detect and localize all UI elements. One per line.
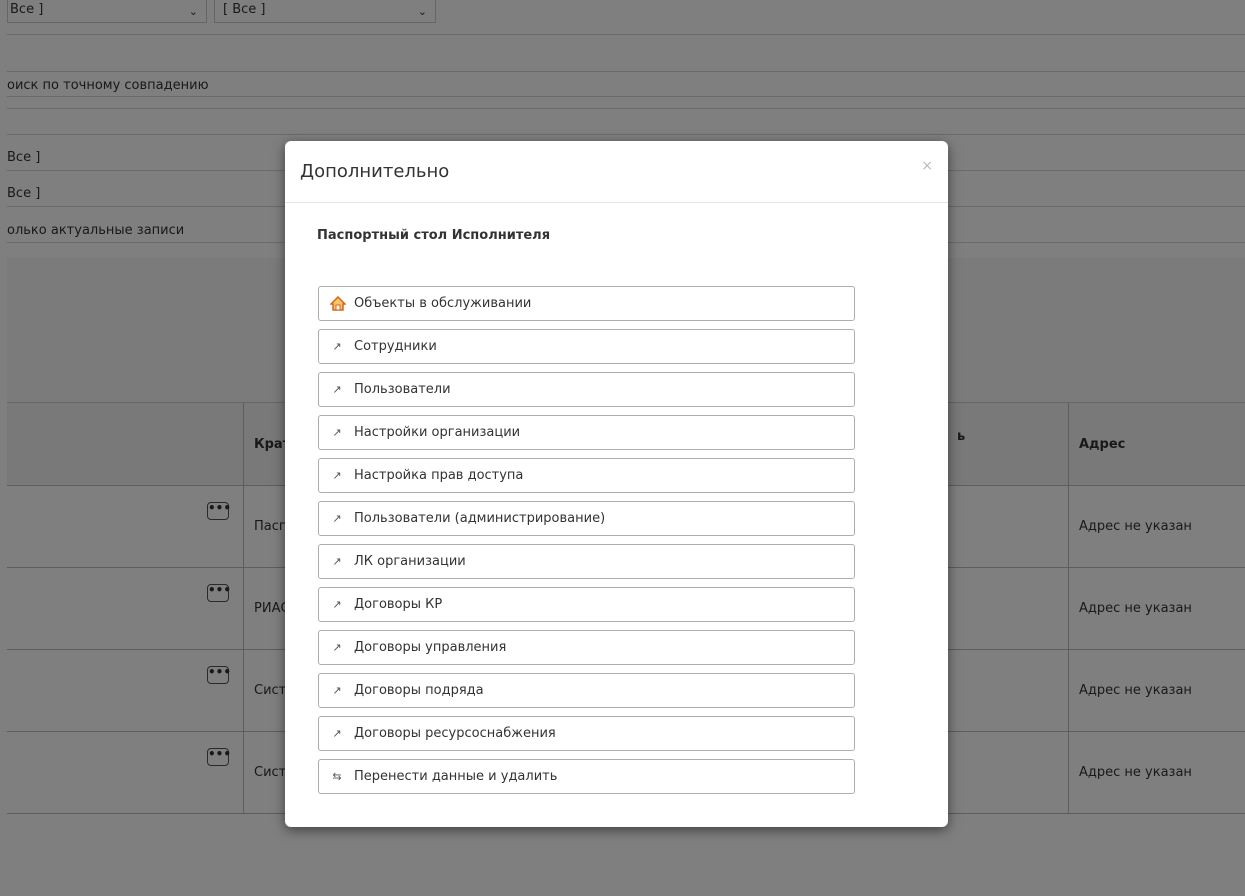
external-link-icon: ↗ [332, 512, 342, 525]
menu-item-employees[interactable]: ↗ Сотрудники [318, 329, 855, 364]
menu-item-access-rights[interactable]: ↗ Настройка прав доступа [318, 458, 855, 493]
transfer-icon: ⇆ [332, 770, 342, 783]
external-link-icon: ↗ [332, 684, 342, 697]
menu-item-org-cabinet[interactable]: ↗ ЛК организации [318, 544, 855, 579]
menu-item-label: Объекты в обслуживании [354, 296, 532, 311]
modal-title: Дополнительно [300, 161, 450, 182]
modal-dialog: Дополнительно × Паспортный стол Исполнит… [285, 141, 948, 827]
menu-item-label: Договоры подряда [354, 683, 484, 698]
menu-item-label: ЛК организации [354, 554, 466, 569]
close-button[interactable]: × [921, 158, 933, 174]
menu-item-users-admin[interactable]: ↗ Пользователи (администрирование) [318, 501, 855, 536]
menu-item-management-contracts[interactable]: ↗ Договоры управления [318, 630, 855, 665]
external-link-icon: ↗ [332, 641, 342, 654]
menu-item-label: Перенести данные и удалить [354, 769, 558, 784]
section-title: Паспортный стол Исполнителя [317, 228, 551, 243]
menu-item-label: Договоры КР [354, 597, 443, 612]
action-menu: Объекты в обслуживании ↗ Сотрудники ↗ По… [318, 286, 855, 802]
menu-item-label: Пользователи (администрирование) [354, 511, 606, 526]
menu-item-label: Сотрудники [354, 339, 437, 354]
menu-item-resource-contracts[interactable]: ↗ Договоры ресурсоснабжения [318, 716, 855, 751]
menu-item-org-settings[interactable]: ↗ Настройки организации [318, 415, 855, 450]
menu-item-label: Настройка прав доступа [354, 468, 524, 483]
external-link-icon: ↗ [332, 383, 342, 396]
menu-item-label: Настройки организации [354, 425, 521, 440]
menu-item-label: Договоры ресурсоснабжения [354, 726, 556, 741]
external-link-icon: ↗ [332, 727, 342, 740]
external-link-icon: ↗ [332, 598, 342, 611]
menu-item-subcontracts[interactable]: ↗ Договоры подряда [318, 673, 855, 708]
menu-item-objects[interactable]: Объекты в обслуживании [318, 286, 855, 321]
external-link-icon: ↗ [332, 555, 342, 568]
external-link-icon: ↗ [332, 469, 342, 482]
menu-item-label: Договоры управления [354, 640, 507, 655]
modal-header: Дополнительно × [285, 141, 948, 203]
menu-item-label: Пользователи [354, 382, 451, 397]
home-icon [330, 296, 346, 311]
external-link-icon: ↗ [332, 340, 342, 353]
menu-item-users[interactable]: ↗ Пользователи [318, 372, 855, 407]
menu-item-contracts-kr[interactable]: ↗ Договоры КР [318, 587, 855, 622]
external-link-icon: ↗ [332, 426, 342, 439]
menu-item-transfer-delete[interactable]: ⇆ Перенести данные и удалить [318, 759, 855, 794]
